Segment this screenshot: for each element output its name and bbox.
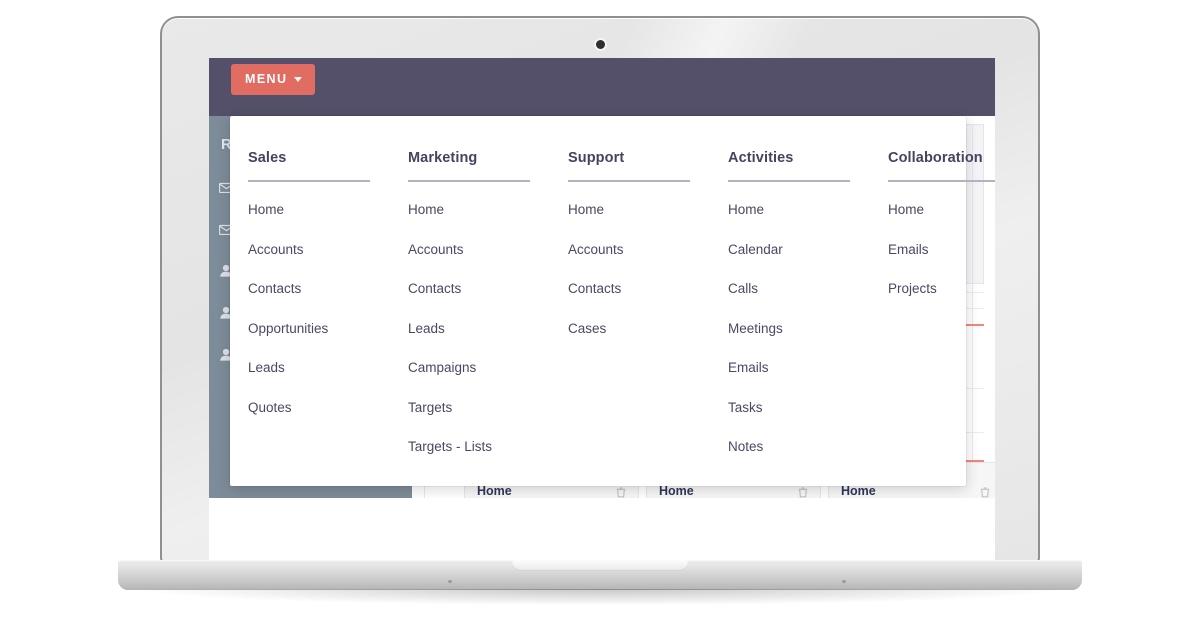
laptop-base <box>118 560 1082 590</box>
content-card-label: Home <box>841 484 876 498</box>
menu-item[interactable]: Notes <box>728 427 870 467</box>
menu-item[interactable]: Home <box>408 190 550 230</box>
menu-item[interactable]: Home <box>728 190 870 230</box>
menu-item[interactable]: Cases <box>568 309 710 349</box>
menu-item[interactable]: Home <box>248 190 390 230</box>
menu-column-rule <box>248 180 370 182</box>
menu-item[interactable]: Contacts <box>408 269 550 309</box>
webcam-icon <box>595 40 605 49</box>
menu-column-support: Support Home Accounts Contacts Cases <box>550 150 710 486</box>
menu-item[interactable]: Contacts <box>568 269 710 309</box>
menu-item[interactable]: Accounts <box>248 230 390 270</box>
menu-item[interactable]: Emails <box>728 348 870 388</box>
base-notch <box>512 560 688 571</box>
menu-item[interactable]: Accounts <box>408 230 550 270</box>
menu-item[interactable]: Leads <box>408 309 550 349</box>
menu-column-rule <box>568 180 690 182</box>
menu-column-rule <box>408 180 530 182</box>
laptop-lid: MENU R Home Home Home Sales Home Account… <box>160 16 1040 570</box>
content-card-label: Home <box>659 484 694 498</box>
menu-column-activities: Activities Home Calendar Calls Meetings … <box>710 150 870 486</box>
menu-item[interactable]: Leads <box>248 348 390 388</box>
menu-item[interactable]: Accounts <box>568 230 710 270</box>
menu-column-rule <box>728 180 850 182</box>
menu-item[interactable]: Targets - Lists <box>408 427 550 467</box>
menu-item[interactable]: Targets <box>408 388 550 428</box>
scene: MENU R Home Home Home Sales Home Account… <box>0 0 1200 630</box>
menu-item[interactable]: Campaigns <box>408 348 550 388</box>
menu-column-rule <box>888 180 995 182</box>
menu-item[interactable]: Projects <box>888 269 995 309</box>
menu-item[interactable]: Contacts <box>248 269 390 309</box>
laptop-screen: MENU R Home Home Home Sales Home Account… <box>209 58 995 570</box>
menu-item[interactable]: Home <box>888 190 995 230</box>
menu-item[interactable]: Quotes <box>248 388 390 428</box>
menu-column-marketing: Marketing Home Accounts Contacts Leads C… <box>390 150 550 486</box>
base-dot <box>448 580 452 583</box>
menu-column-collaboration: Collaboration Home Emails Projects <box>870 150 995 486</box>
menu-column-title: Activities <box>728 150 794 166</box>
menu-column-title: Marketing <box>408 150 478 166</box>
base-dot <box>842 580 846 583</box>
laptop-shadow <box>140 589 1060 605</box>
menu-button-label: MENU <box>245 72 288 86</box>
crm-application: MENU R Home Home Home Sales Home Account… <box>209 58 995 498</box>
menu-item[interactable]: Tasks <box>728 388 870 428</box>
chevron-down-icon <box>294 76 303 82</box>
menu-column-title: Support <box>568 150 625 166</box>
menu-item[interactable]: Calendar <box>728 230 870 270</box>
menu-item[interactable]: Emails <box>888 230 995 270</box>
mega-menu-dropdown: Sales Home Accounts Contacts Opportuniti… <box>230 116 995 486</box>
menu-item[interactable]: Calls <box>728 269 870 309</box>
app-topbar: MENU <box>209 58 995 116</box>
menu-column-title: Sales <box>248 150 287 166</box>
menu-column-sales: Sales Home Accounts Contacts Opportuniti… <box>230 150 390 486</box>
menu-column-title: Collaboration <box>888 150 983 166</box>
menu-item[interactable]: Meetings <box>728 309 870 349</box>
menu-item[interactable]: Home <box>568 190 710 230</box>
content-card-label: Home <box>477 484 512 498</box>
menu-button[interactable]: MENU <box>231 64 316 95</box>
menu-item[interactable]: Opportunities <box>248 309 390 349</box>
